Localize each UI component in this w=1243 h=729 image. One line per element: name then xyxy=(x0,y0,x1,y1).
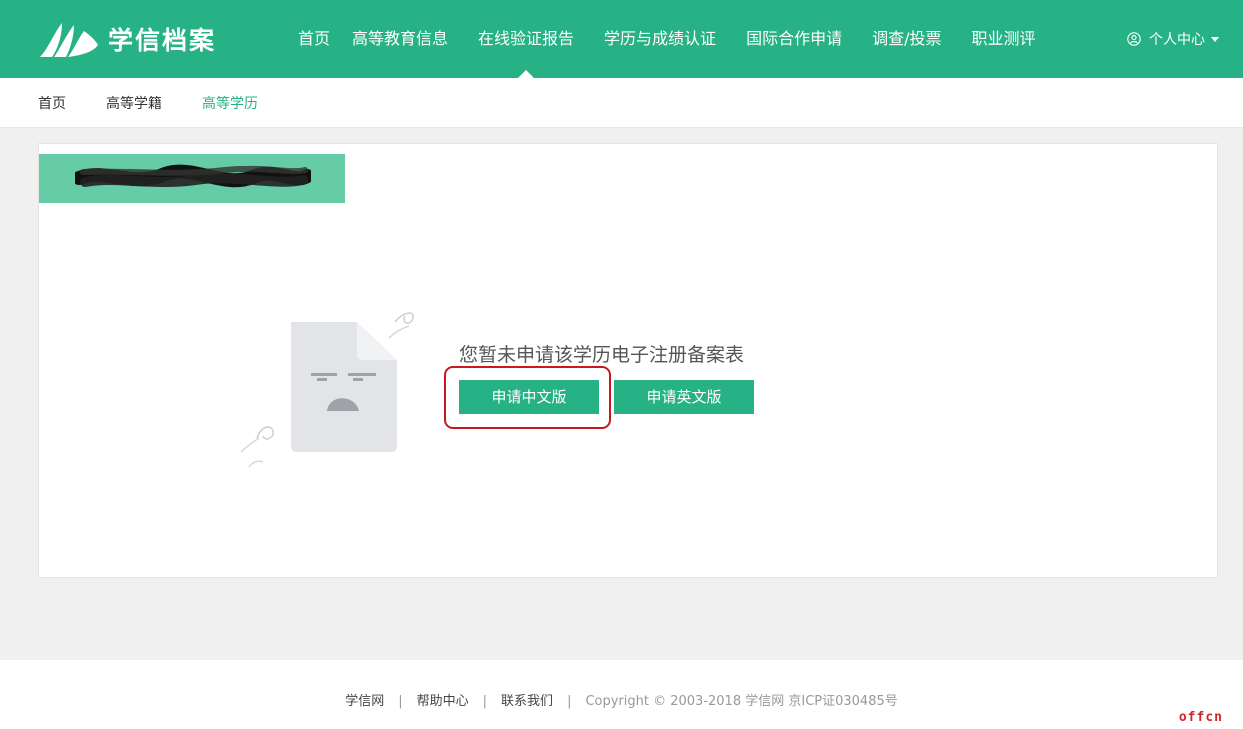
apply-english-version-button[interactable]: 申请英文版 xyxy=(614,380,754,414)
footer-links: 学信网 | 帮助中心 | 联系我们 | Copyright © 2003-2018 学信网 … xyxy=(0,690,1243,709)
watermark: offcn xyxy=(1178,710,1223,725)
sub-nav: 首页 高等学籍 高等学历 xyxy=(0,78,1243,128)
footer-separator: | xyxy=(482,694,488,709)
subnav-item-degree[interactable]: 高等学历 xyxy=(202,93,258,113)
logo-text: 学信档案 xyxy=(108,26,217,55)
main-nav: 首页 高等教育信息 在线验证报告 学历与成绩认证 国际合作申请 调查/投票 职业… xyxy=(288,0,1046,78)
nav-item-home[interactable]: 首页 xyxy=(288,0,340,78)
user-center-menu[interactable]: 个人中心 xyxy=(1127,0,1219,78)
user-icon xyxy=(1127,32,1141,46)
subnav-item-student-status[interactable]: 高等学籍 xyxy=(106,93,162,113)
nav-item-career-assessment[interactable]: 职业测评 xyxy=(961,0,1045,78)
footer: 学信网 | 帮助中心 | 联系我们 | Copyright © 2003-2018 学信网 … xyxy=(0,660,1243,729)
redacted-name-banner xyxy=(39,154,345,203)
empty-document-illustration xyxy=(240,312,414,468)
footer-link-chsi[interactable]: 学信网 xyxy=(345,694,384,709)
top-header: 学信档案 首页 高等教育信息 在线验证报告 学历与成绩认证 国际合作申请 调查/… xyxy=(0,0,1243,78)
nav-item-online-verification-report[interactable]: 在线验证报告 xyxy=(468,0,584,78)
nav-item-international-cooperation[interactable]: 国际合作申请 xyxy=(736,0,852,78)
footer-link-help-center[interactable]: 帮助中心 xyxy=(417,694,469,709)
caret-down-icon xyxy=(1211,36,1219,42)
site-logo[interactable]: 学信档案 xyxy=(38,18,216,60)
content-panel: 您暂未申请该学历电子注册备案表 申请中文版 申请英文版 xyxy=(38,143,1218,578)
nav-item-degree-grade-certification[interactable]: 学历与成绩认证 xyxy=(594,0,726,78)
footer-separator: | xyxy=(567,694,572,709)
copyright-text: Copyright © 2003-2018 学信网 京ICP证030485号 xyxy=(585,694,898,709)
subnav-item-home[interactable]: 首页 xyxy=(38,93,66,113)
apply-chinese-version-button[interactable]: 申请中文版 xyxy=(459,380,599,414)
book-logo-icon xyxy=(40,23,98,57)
redaction-scribble xyxy=(75,164,311,188)
footer-separator: | xyxy=(398,694,403,709)
nav-item-survey-vote[interactable]: 调查/投票 xyxy=(862,0,951,78)
empty-message: 您暂未申请该学历电子注册备案表 xyxy=(459,344,745,366)
nav-item-higher-education-info[interactable]: 高等教育信息 xyxy=(342,0,458,78)
user-center-label: 个人中心 xyxy=(1149,32,1205,48)
footer-link-contact-us[interactable]: 联系我们 xyxy=(501,694,553,709)
